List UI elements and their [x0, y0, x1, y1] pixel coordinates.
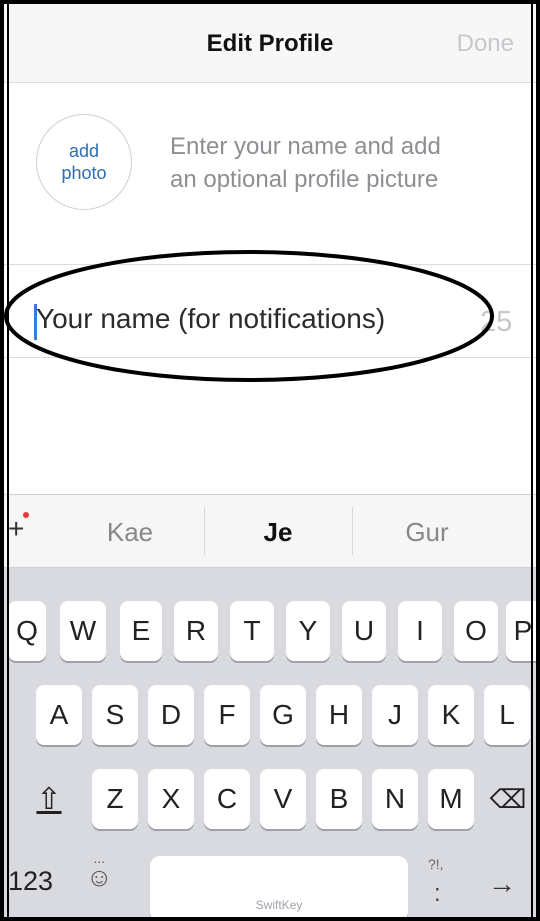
app-screen: Edit Profile Done add photo Enter your n… — [0, 0, 540, 921]
numbers-key[interactable]: 123 — [8, 866, 53, 897]
key-h[interactable]: H — [316, 685, 362, 745]
key-s[interactable]: S — [92, 685, 138, 745]
key-j[interactable]: J — [372, 685, 418, 745]
keyboard: + Kae Je Gur Q W E R T Y U I O P A S D F… — [4, 494, 536, 917]
key-a[interactable]: A — [36, 685, 82, 745]
navigation-bar: Edit Profile Done — [4, 4, 536, 83]
key-m[interactable]: M — [428, 769, 474, 829]
suggestion-2[interactable]: Je — [216, 517, 340, 548]
suggestion-divider — [352, 507, 353, 555]
backspace-icon: ⌫ — [489, 783, 527, 814]
keyboard-bottom-row: 123 ... ☺ SwiftKey ?!, : → — [4, 842, 536, 917]
key-g[interactable]: G — [260, 685, 306, 745]
key-w[interactable]: W — [60, 601, 106, 661]
swiftkey-logo: SwiftKey — [255, 898, 303, 912]
character-counter: 25 — [480, 306, 513, 338]
key-x[interactable]: X — [148, 769, 194, 829]
key-q[interactable]: Q — [8, 601, 46, 661]
key-k[interactable]: K — [428, 685, 474, 745]
shift-icon: ⇧ — [36, 782, 62, 816]
punctuation-hint: ?!, — [428, 856, 444, 872]
key-p[interactable]: P — [506, 601, 536, 661]
key-r[interactable]: R — [174, 601, 218, 661]
key-d[interactable]: D — [148, 685, 194, 745]
key-o[interactable]: O — [454, 601, 498, 661]
suggestion-bar: + Kae Je Gur — [4, 494, 536, 568]
key-v[interactable]: V — [260, 769, 306, 829]
add-photo-button[interactable]: add photo — [36, 114, 132, 210]
key-i[interactable]: I — [398, 601, 442, 661]
suggestion-3[interactable]: Gur — [364, 517, 490, 548]
enter-arrow-icon[interactable]: → — [488, 868, 516, 900]
name-input[interactable]: Your name (for notifications) — [36, 303, 385, 335]
suggestion-divider — [204, 507, 205, 555]
key-u[interactable]: U — [342, 601, 386, 661]
punctuation-key[interactable]: : — [434, 880, 441, 908]
suggestion-1[interactable]: Kae — [70, 517, 190, 548]
key-z[interactable]: Z — [92, 769, 138, 829]
profile-hint: Enter your name and add an optional prof… — [170, 133, 441, 193]
key-f[interactable]: F — [204, 685, 250, 745]
key-n[interactable]: N — [372, 769, 418, 829]
space-bar[interactable]: SwiftKey — [150, 856, 408, 917]
key-c[interactable]: C — [204, 769, 250, 829]
plus-icon[interactable]: + — [8, 512, 29, 545]
shift-key[interactable]: ⇧ — [18, 769, 80, 829]
key-y[interactable]: Y — [286, 601, 330, 661]
key-l[interactable]: L — [484, 685, 530, 745]
backspace-key[interactable]: ⌫ — [478, 769, 536, 829]
profile-section: add photo Enter your name and add an opt… — [4, 82, 536, 262]
key-b[interactable]: B — [316, 769, 362, 829]
smiley-icon: ☺ — [86, 862, 113, 892]
emoji-dots: ... — [93, 850, 106, 866]
key-e[interactable]: E — [120, 601, 162, 661]
emoji-key[interactable]: ... ☺ — [86, 850, 113, 893]
done-button[interactable]: Done — [457, 30, 514, 58]
key-t[interactable]: T — [230, 601, 274, 661]
